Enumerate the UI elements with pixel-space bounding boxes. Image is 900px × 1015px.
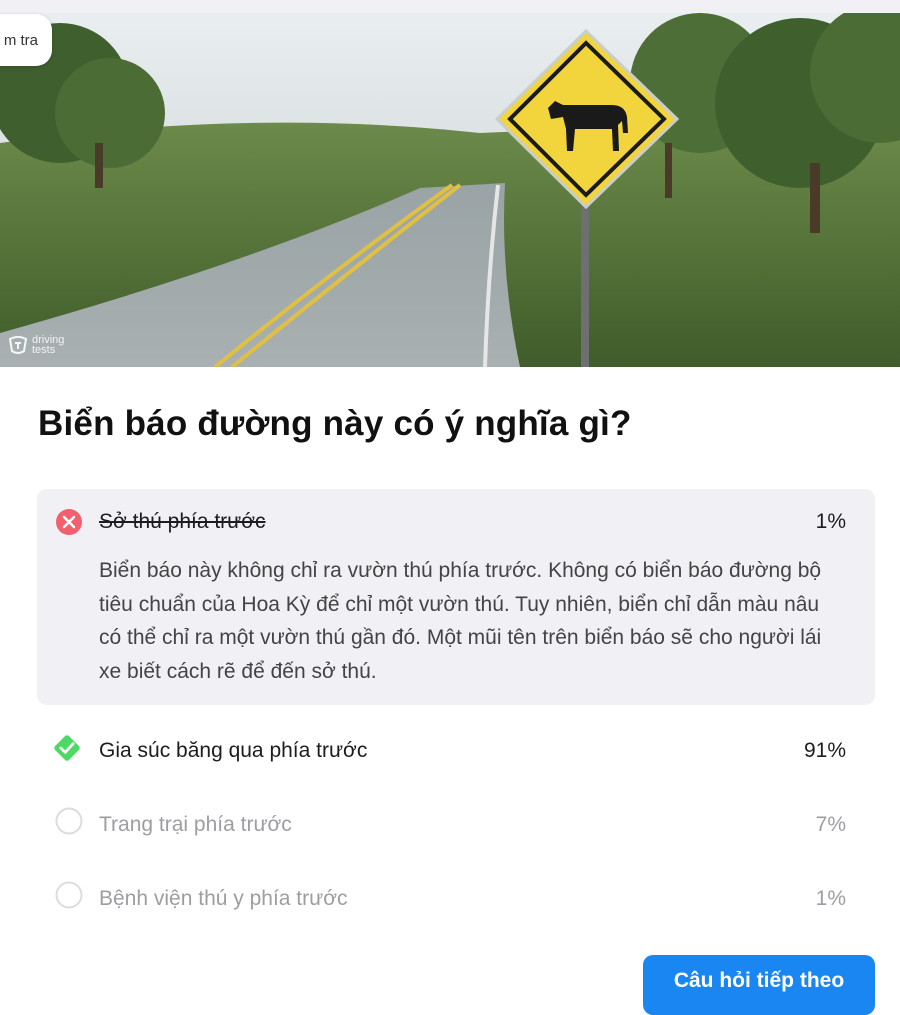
answer-percent: 1%: [815, 887, 846, 910]
answer-label: Gia súc băng qua phía trước: [99, 739, 368, 762]
exam-tab-label: m tra: [3, 31, 38, 49]
answer-option-4[interactable]: Bệnh viện thú y phía trước 1%: [37, 853, 875, 927]
answer-label: Sở thú phía trước: [99, 510, 266, 533]
top-strip: [0, 0, 900, 13]
empty-circle-icon: [55, 807, 83, 835]
answer-label: Trang trại phía trước: [99, 813, 292, 836]
empty-circle-icon: [55, 881, 83, 909]
answer-option-3[interactable]: Trang trại phía trước 7%: [37, 779, 875, 853]
answer-percent: 1%: [815, 510, 846, 533]
answer-option-1[interactable]: Sở thú phía trước 1% Biển báo này không …: [37, 489, 875, 705]
watermark-line-2: tests: [32, 344, 56, 356]
answer-list: Sở thú phía trước 1% Biển báo này không …: [37, 489, 875, 927]
answer-explanation: Biển báo này không chỉ ra vườn thú phía …: [99, 559, 822, 683]
driving-tests-logo-icon: [8, 336, 28, 354]
answer-percent: 7%: [815, 813, 846, 836]
driving-tests-watermark: driving tests: [8, 335, 64, 356]
answer-percent: 91%: [803, 739, 846, 762]
close-circle-icon: [55, 508, 83, 536]
next-question-button[interactable]: Câu hỏi tiếp theo: [643, 955, 875, 1015]
answer-label: Bệnh viện thú y phía trước: [99, 887, 348, 910]
exam-tab[interactable]: m tra: [0, 14, 52, 66]
question-title: Biển báo đường này có ý nghĩa gì?: [38, 404, 632, 443]
question-image: [0, 13, 900, 367]
answer-option-2[interactable]: Gia súc băng qua phía trước 91%: [37, 705, 875, 779]
check-diamond-icon: [54, 734, 83, 762]
